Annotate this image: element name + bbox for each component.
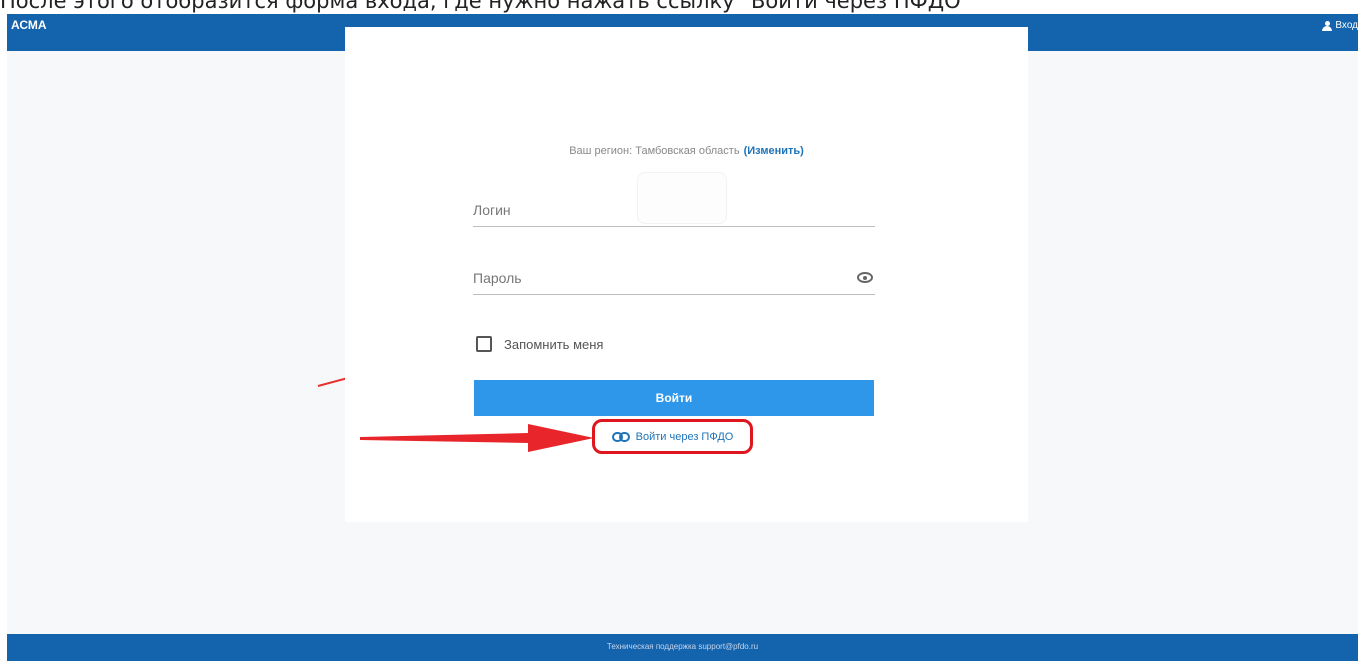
pfdo-login-link[interactable]: Войти через ПФДО [595, 422, 750, 451]
brand-logo[interactable]: АСМА [11, 18, 47, 32]
footer-bar: Техническая поддержка support@pfdo.ru [7, 634, 1358, 661]
change-region-link[interactable]: (Изменить) [744, 145, 804, 157]
header-login-label: Вход [1335, 20, 1358, 31]
password-field [473, 270, 875, 295]
eye-icon[interactable] [857, 272, 873, 283]
link-icon [611, 431, 630, 442]
region-text: Ваш регион: Тамбовская область [569, 145, 740, 157]
checkbox-box[interactable] [476, 336, 492, 352]
instruction-caption: После этого отобразится форма входа, где… [0, 0, 971, 13]
sign-in-button[interactable]: Войти [474, 380, 874, 416]
login-field [473, 202, 875, 227]
user-icon [1322, 20, 1333, 31]
region-line: Ваш регион: Тамбовская область (Изменить) [345, 145, 1028, 157]
header-login-link[interactable]: Вход [1322, 20, 1358, 31]
pfdo-link-label: Войти через ПФДО [635, 430, 734, 443]
red-arrow [360, 424, 594, 452]
support-text[interactable]: Техническая поддержка support@pfdo.ru [7, 642, 1358, 651]
remember-me-label: Запомнить меня [504, 336, 604, 352]
password-input[interactable] [473, 270, 875, 294]
page: После этого отобразится форма входа, где… [0, 0, 1358, 661]
login-input[interactable] [473, 202, 875, 226]
remember-me-checkbox[interactable]: Запомнить меня [476, 336, 603, 352]
highlight-annotation: Войти через ПФДО [592, 419, 753, 454]
